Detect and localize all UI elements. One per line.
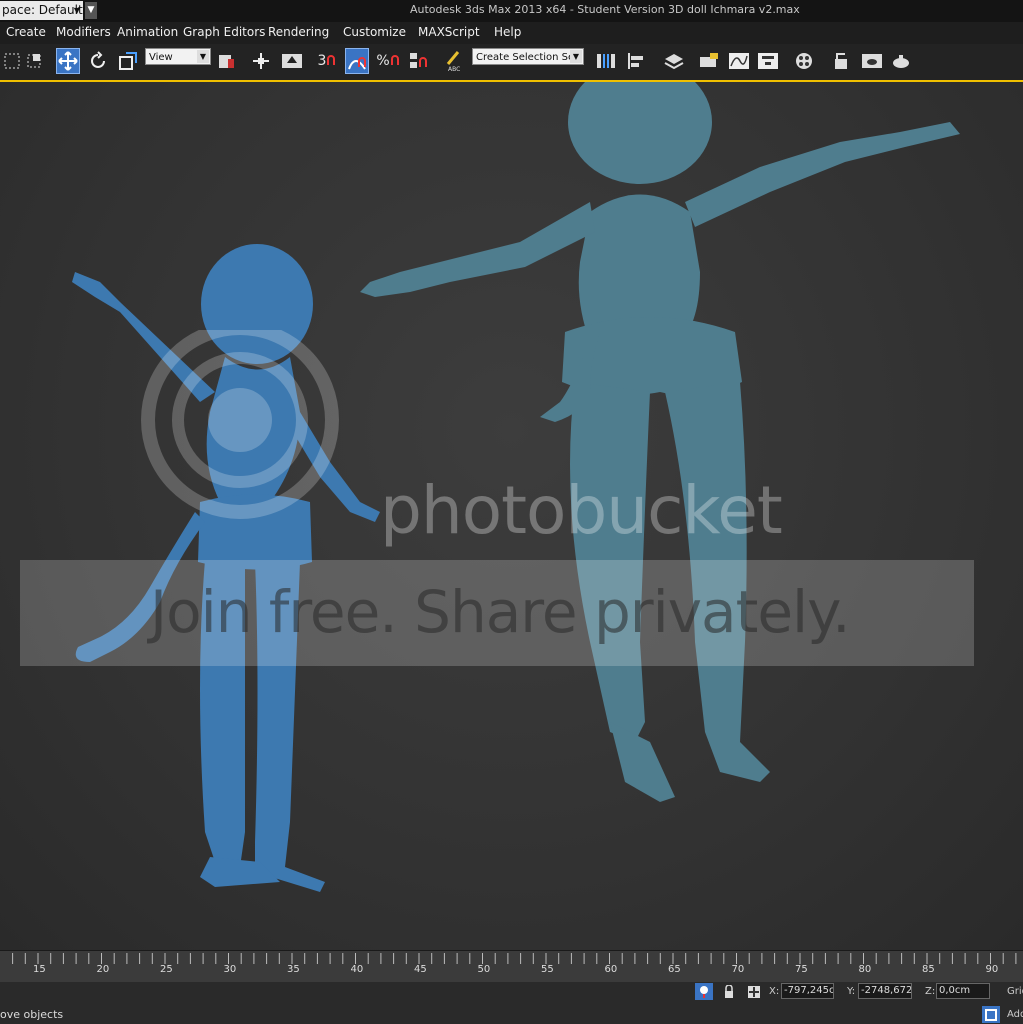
watermark-banner: Join free. Share privately. bbox=[20, 560, 974, 666]
selection-lock-icon[interactable] bbox=[695, 983, 713, 1000]
add-time-tag-label[interactable]: Add bbox=[1007, 1009, 1023, 1020]
timeline-tick-label: 50 bbox=[477, 964, 491, 975]
perspective-viewport[interactable]: photobucket Join free. Share privately. bbox=[0, 80, 1023, 952]
timeline-tick-label: 45 bbox=[414, 964, 427, 975]
lock-icon[interactable] bbox=[720, 983, 738, 1000]
quick-access-dropdown-button[interactable]: ▼ bbox=[85, 2, 97, 19]
timeline-tick-label: 85 bbox=[922, 964, 935, 975]
x-coordinate-field[interactable]: -797,245cm bbox=[781, 983, 834, 999]
timeline-tick-label: 55 bbox=[541, 964, 554, 975]
edit-named-selection-icon[interactable]: ABC bbox=[442, 48, 466, 74]
menu-maxscript[interactable]: MAXScript bbox=[418, 25, 480, 39]
y-label: Y: bbox=[847, 986, 856, 997]
layer-manager-icon[interactable] bbox=[662, 48, 686, 74]
menu-rendering[interactable]: Rendering bbox=[268, 25, 329, 39]
named-selection-value: Create Selection Se bbox=[476, 52, 575, 63]
percent-snap-toggle-icon[interactable]: % bbox=[376, 48, 400, 74]
reference-coordinate-dropdown[interactable]: View ▼ bbox=[145, 48, 211, 65]
track-bar[interactable]: 15 20 25 30 35 40 45 50 55 60 65 70 75 80 85 90 bbox=[0, 950, 1023, 983]
absolute-mode-transform-icon[interactable] bbox=[745, 983, 763, 1000]
schematic-view-icon[interactable] bbox=[756, 48, 780, 74]
menu-bar: Create Modifiers Animation Graph Editors… bbox=[0, 22, 1023, 44]
chevron-down-icon: ▼ bbox=[570, 50, 582, 63]
rendered-frame-window-icon[interactable] bbox=[860, 48, 884, 74]
x-label: X: bbox=[769, 986, 780, 997]
window-title: Autodesk 3ds Max 2013 x64 - Student Vers… bbox=[410, 3, 800, 16]
workspace-dropdown[interactable]: pace: Default ▼ bbox=[0, 1, 83, 20]
timeline-tick-label: 70 bbox=[731, 964, 745, 975]
timeline-tick-label: 35 bbox=[287, 964, 300, 975]
named-selection-dropdown[interactable]: Create Selection Se ▼ bbox=[472, 48, 584, 65]
auto-key-icon[interactable] bbox=[982, 1006, 1000, 1023]
chevron-down-icon: ▼ bbox=[73, 6, 80, 15]
timeline-tick-label: 75 bbox=[795, 964, 808, 975]
y-coordinate-field[interactable]: -2748,672 bbox=[858, 983, 912, 999]
render-production-icon[interactable] bbox=[890, 48, 914, 74]
render-setup-icon[interactable] bbox=[830, 48, 854, 74]
angle-snap-toggle-icon[interactable] bbox=[345, 48, 369, 74]
timeline-tick-label: 40 bbox=[350, 964, 364, 975]
photobucket-logo-icon bbox=[141, 330, 339, 519]
snap-number: 3 bbox=[317, 53, 327, 69]
z-coordinate-field[interactable]: 0,0cm bbox=[936, 983, 990, 999]
svg-text:ABC: ABC bbox=[448, 66, 460, 72]
select-and-manipulate-icon[interactable] bbox=[249, 48, 273, 74]
select-and-move-icon[interactable] bbox=[56, 48, 80, 74]
prompt-line: ove objects bbox=[0, 1008, 64, 1021]
curve-editor-icon[interactable] bbox=[727, 48, 751, 74]
reference-coordinate-value: View bbox=[149, 52, 173, 63]
timeline-tick-label: 15 bbox=[33, 964, 46, 975]
timeline-ticks bbox=[12, 953, 1017, 964]
doll-figure-right[interactable] bbox=[360, 82, 960, 802]
select-and-rotate-icon[interactable] bbox=[86, 48, 110, 74]
graphite-modeling-tools-icon[interactable] bbox=[697, 48, 721, 74]
timeline-tick-label: 60 bbox=[604, 964, 618, 975]
watermark-tagline: Join free. Share privately. bbox=[150, 578, 851, 646]
timeline-tick-label: 30 bbox=[223, 964, 237, 975]
mirror-icon[interactable] bbox=[594, 48, 618, 74]
status-bar: X: -797,245cm Y: -2748,672 Z: 0,0cm Grid… bbox=[0, 982, 1023, 1024]
workspace-label: pace: Default bbox=[2, 3, 83, 17]
z-label: Z: bbox=[925, 986, 936, 997]
pivot-center-icon[interactable] bbox=[215, 48, 239, 74]
menu-create[interactable]: Create bbox=[6, 25, 46, 39]
menu-customize[interactable]: Customize bbox=[343, 25, 406, 39]
menu-help[interactable]: Help bbox=[494, 25, 521, 39]
select-and-scale-icon[interactable] bbox=[116, 48, 140, 74]
menu-modifiers[interactable]: Modifiers bbox=[56, 25, 111, 39]
percent-label: % bbox=[376, 53, 390, 69]
keyboard-shortcut-override-icon[interactable] bbox=[280, 48, 304, 74]
main-toolbar: View ▼ 3 % ABC Create Selection Se ▼ bbox=[0, 44, 1023, 81]
grid-label: Grid bbox=[1007, 986, 1023, 997]
menu-graph-editors[interactable]: Graph Editors bbox=[183, 25, 265, 39]
window-crossing-icon[interactable] bbox=[22, 48, 46, 74]
timeline-tick-label: 65 bbox=[668, 964, 681, 975]
material-editor-icon[interactable] bbox=[793, 48, 817, 74]
snaps-toggle-icon[interactable]: 3 bbox=[315, 48, 339, 74]
timeline-tick-label: 90 bbox=[985, 964, 999, 975]
select-region-icon[interactable] bbox=[0, 48, 24, 74]
align-icon[interactable] bbox=[624, 48, 648, 74]
timeline-tick-label: 80 bbox=[858, 964, 872, 975]
title-bar: pace: Default ▼ ▼ Autodesk 3ds Max 2013 … bbox=[0, 0, 1023, 22]
timeline-tick-label: 20 bbox=[96, 964, 110, 975]
chevron-down-icon: ▼ bbox=[197, 50, 209, 63]
watermark-brand: photobucket bbox=[380, 472, 783, 549]
spinner-snap-toggle-icon[interactable] bbox=[406, 48, 430, 74]
timeline-tick-label: 25 bbox=[160, 964, 173, 975]
menu-animation[interactable]: Animation bbox=[117, 25, 178, 39]
